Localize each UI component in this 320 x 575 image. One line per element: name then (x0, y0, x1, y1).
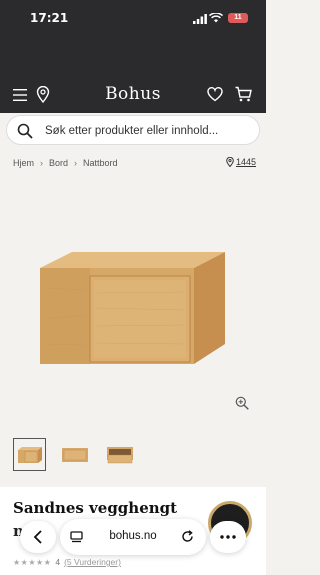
thumbnail-image (61, 447, 88, 462)
search-input[interactable] (45, 122, 251, 140)
wifi-icon (209, 13, 223, 23)
search-bar[interactable] (6, 115, 260, 145)
signal-icon (193, 14, 207, 24)
zoom-icon[interactable] (235, 396, 249, 410)
chevron-right-icon: › (74, 158, 78, 168)
brand-logo[interactable]: Bohus (0, 84, 266, 104)
heart-icon[interactable] (207, 87, 223, 102)
product-title: Sandnes vegghengt (13, 499, 178, 517)
breadcrumb-home[interactable]: Hjem (13, 158, 34, 168)
more-icon (220, 535, 236, 539)
browser-toolbar: bohus.no (20, 519, 246, 555)
back-icon (33, 530, 42, 544)
store-selector[interactable]: 1445 (226, 157, 256, 167)
product-rating[interactable]: ★★★★★ 4 (5 Vurderinger) (13, 557, 121, 567)
thumbnail-image (17, 446, 42, 463)
rating-stars-icon: ★★★★★ (13, 557, 52, 567)
reviews-link[interactable]: (5 Vurderinger) (64, 557, 121, 567)
status-time: 17:21 (30, 11, 69, 25)
back-button[interactable] (20, 521, 56, 553)
screen: 17:21 11 Bohus Søk etter produkter eller… (0, 0, 266, 575)
battery-indicator: 11 (228, 13, 248, 23)
thumbnail-3[interactable] (103, 438, 136, 471)
address-bar[interactable]: bohus.no (60, 519, 206, 555)
location-pin-icon (226, 157, 234, 167)
search-icon (17, 123, 33, 139)
store-number[interactable]: 1445 (236, 157, 256, 167)
breadcrumb-nattbord[interactable]: Nattbord (83, 158, 118, 168)
breadcrumb-bord[interactable]: Bord (49, 158, 68, 168)
chevron-right-icon: › (40, 158, 44, 168)
thumbnail-2[interactable] (58, 438, 91, 471)
thumbnail-1[interactable] (13, 438, 46, 471)
breadcrumb: Hjem › Bord › Nattbord (13, 158, 118, 168)
site-navbar: Bohus (0, 84, 266, 108)
more-button[interactable] (210, 521, 246, 553)
status-bar: 17:21 11 (0, 6, 266, 28)
cart-icon[interactable] (235, 86, 252, 102)
thumbnail-strip (13, 438, 136, 471)
product-image[interactable] (32, 248, 232, 366)
reload-icon[interactable] (181, 530, 194, 543)
thumbnail-image (106, 446, 133, 463)
rating-value: 4 (55, 557, 61, 567)
